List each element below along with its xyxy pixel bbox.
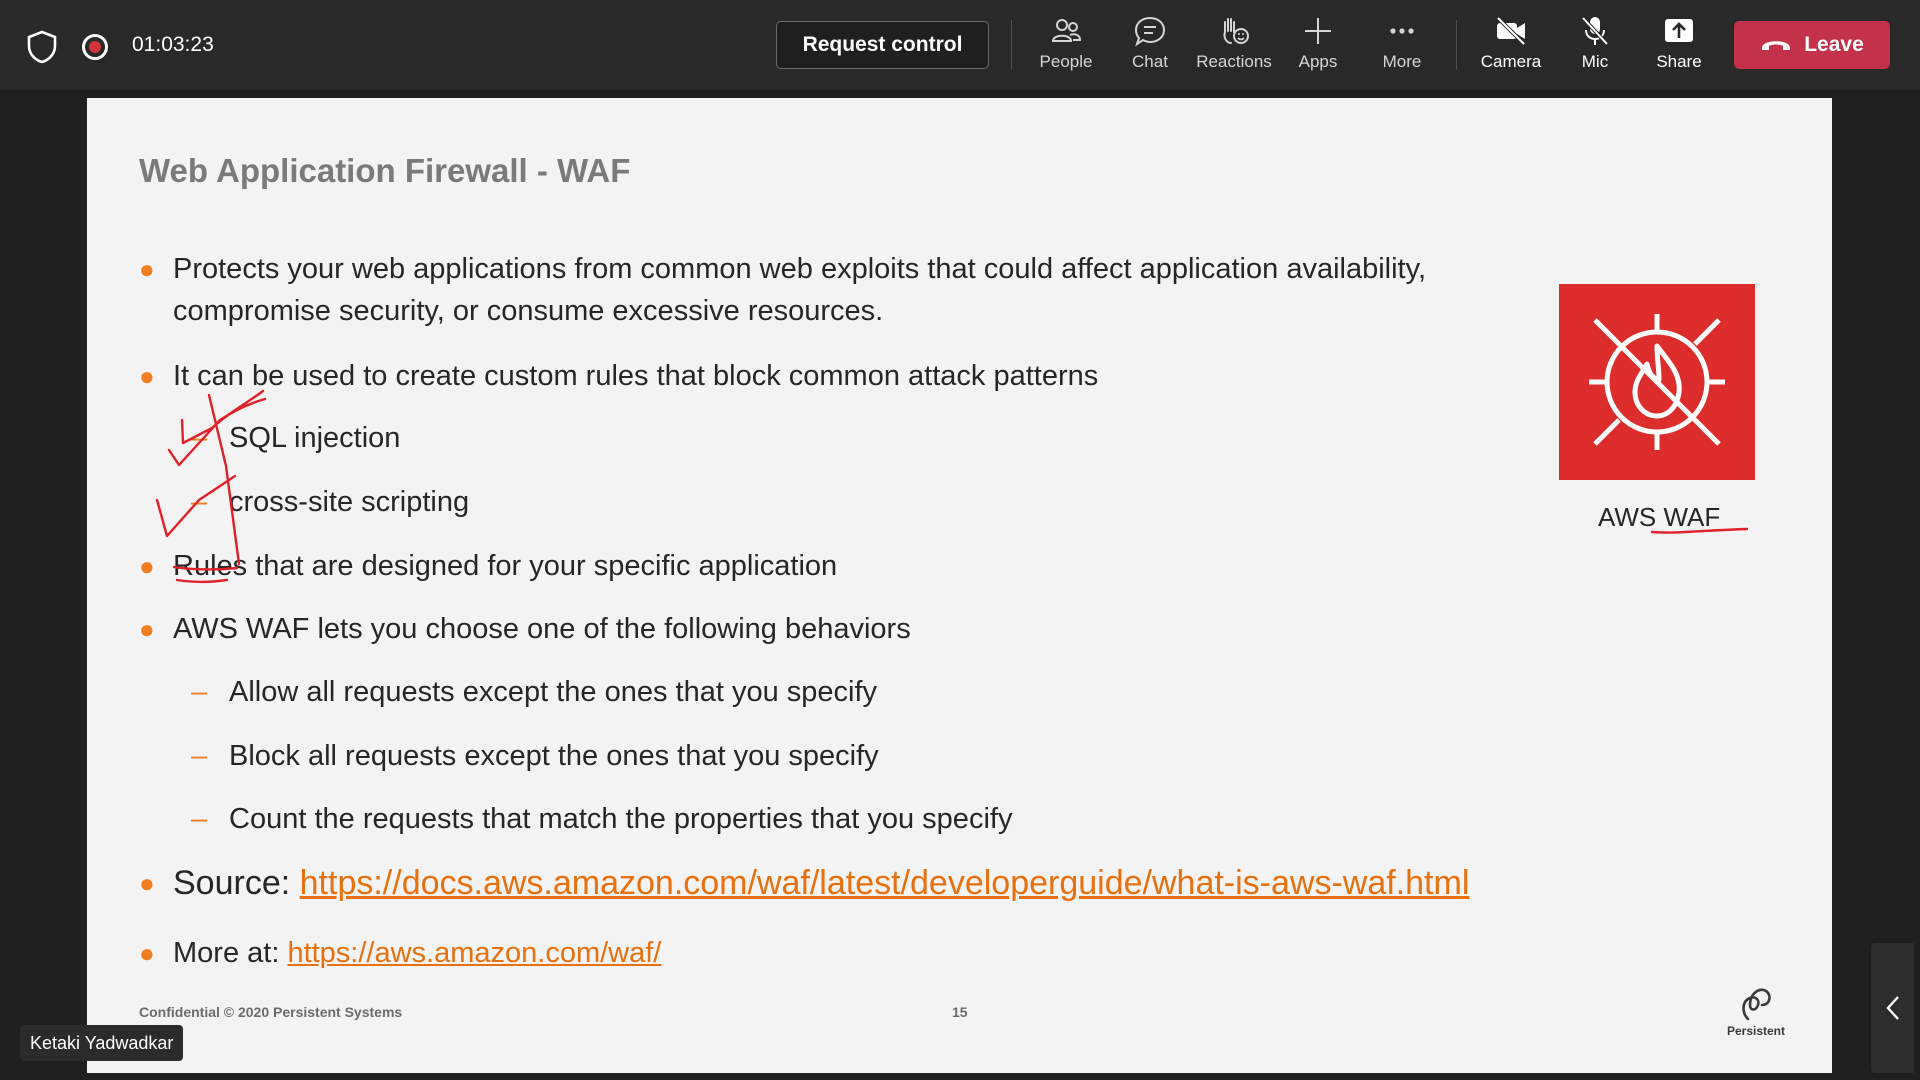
toolbar-divider (1456, 20, 1457, 70)
meeting-toolbar: 01:03:23 Request control People Chat Rea… (0, 0, 1920, 90)
share-label: Share (1656, 52, 1702, 71)
participant-name-tag: Ketaki Yadwadkar (20, 1025, 184, 1061)
plus-icon (1301, 14, 1335, 48)
people-icon (1049, 14, 1083, 48)
source-label: Source: (173, 864, 291, 902)
share-icon (1662, 14, 1696, 48)
toolbar-divider (1011, 20, 1012, 70)
chat-icon (1133, 14, 1167, 48)
dash-marker: – (191, 422, 208, 454)
sub-item-sql: – SQL injection (191, 418, 400, 458)
expand-panel-button[interactable] (1871, 943, 1914, 1073)
shield-icon[interactable] (26, 30, 58, 64)
camera-button[interactable]: Camera (1466, 14, 1556, 78)
behavior-text: Block all requests except the ones that … (229, 740, 879, 772)
waf-firewall-icon (1589, 314, 1725, 450)
mic-off-icon (1578, 14, 1612, 48)
sub-item-xss: – cross-site scripting (191, 482, 469, 522)
behavior-text: Allow all requests except the ones that … (229, 676, 878, 708)
recording-icon (82, 34, 108, 60)
more-link[interactable]: https://aws.amazon.com/waf/ (287, 937, 661, 969)
chat-button[interactable]: Chat (1105, 14, 1195, 78)
more-button[interactable]: More (1357, 14, 1447, 78)
bullet-text: Protects your web applications from comm… (173, 253, 1427, 285)
behavior-count: – Count the requests that match the prop… (191, 799, 1012, 839)
persistent-logo-mark (1742, 988, 1771, 1021)
bullet-text: It can be used to create custom rules th… (173, 360, 1099, 392)
bullet-dot: ● (139, 254, 155, 284)
bullet-dot: ● (139, 938, 155, 968)
persistent-logo: Persistent (1719, 983, 1793, 1038)
bullet-more: ● More at: https://aws.amazon.com/waf/ (139, 932, 661, 974)
shared-slide: Web Application Firewall - WAF ● Protect… (87, 98, 1832, 1073)
meeting-timer: 01:03:23 (132, 33, 214, 56)
sub-item-text: SQL injection (229, 422, 401, 454)
sub-item-text: cross-site scripting (229, 486, 470, 518)
phone-hangup-icon (1762, 41, 1791, 50)
people-label: People (1039, 52, 1093, 71)
bullet-text: Rules that are designed for your specifi… (173, 550, 838, 582)
bullet-behaviors: ● AWS WAF lets you choose one of the fol… (139, 608, 911, 650)
slide-page-number: 15 (952, 1004, 968, 1020)
apps-label: Apps (1298, 52, 1338, 71)
bullet-text-cont: compromise security, or consume excessiv… (173, 295, 884, 327)
slide-footer: Confidential © 2020 Persistent Systems (139, 1004, 403, 1020)
slide-title: Web Application Firewall - WAF (139, 152, 631, 189)
share-button[interactable]: Share (1634, 14, 1724, 78)
leave-label: Leave (1804, 33, 1864, 56)
bullet-source: ● Source: https://docs.aws.amazon.com/wa… (139, 862, 1469, 904)
leave-button[interactable]: Leave (1734, 21, 1890, 69)
more-label: More (1382, 52, 1422, 71)
behavior-allow: – Allow all requests except the ones tha… (191, 672, 877, 712)
persistent-logo-text: Persistent (1726, 1024, 1786, 1038)
aws-waf-label: AWS WAF (1598, 502, 1721, 532)
bullet-custom-rules: ● It can be used to create custom rules … (139, 355, 1098, 397)
chat-label: Chat (1132, 52, 1168, 71)
bullet-dot: ● (139, 361, 155, 391)
bullet-rules: ● Rules that are designed for your speci… (139, 545, 837, 587)
source-link[interactable]: https://docs.aws.amazon.com/waf/latest/d… (300, 864, 1470, 902)
people-button[interactable]: People (1021, 14, 1111, 78)
more-line: More at: https://aws.amazon.com/waf/ (139, 932, 661, 974)
reactions-label: Reactions (1196, 52, 1272, 71)
behavior-block: – Block all requests except the ones tha… (191, 736, 879, 776)
camera-label: Camera (1480, 52, 1542, 71)
bullet-text: AWS WAF lets you choose one of the follo… (173, 613, 911, 645)
reactions-button[interactable]: Reactions (1189, 14, 1279, 78)
chevron-left-icon (1885, 996, 1899, 1020)
mic-button[interactable]: Mic (1550, 14, 1640, 78)
more-label: More at: (173, 937, 280, 969)
bullet-dot: ● (139, 551, 155, 581)
source-line: Source: https://docs.aws.amazon.com/waf/… (139, 862, 1469, 904)
apps-button[interactable]: Apps (1273, 14, 1363, 78)
bullet-dot: ● (139, 614, 155, 644)
dash-marker: – (191, 803, 208, 835)
dash-marker: – (191, 486, 208, 518)
request-control-button[interactable]: Request control (776, 21, 989, 69)
more-icon (1385, 14, 1419, 48)
dash-marker: – (191, 740, 208, 772)
behavior-text: Count the requests that match the proper… (229, 803, 1013, 835)
mic-label: Mic (1581, 52, 1609, 71)
bullet-dot: ● (139, 868, 155, 898)
aws-waf-logo (1559, 284, 1755, 480)
bullet-protects: ● Protects your web applications from co… (139, 248, 1426, 332)
camera-off-icon (1494, 14, 1528, 48)
reactions-icon (1217, 14, 1251, 48)
dash-marker: – (191, 676, 208, 708)
